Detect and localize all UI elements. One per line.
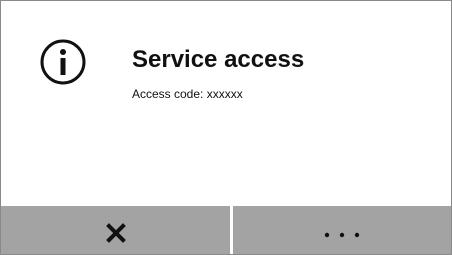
service-access-dialog: Service access Access code: xxxxxx <box>0 0 452 255</box>
dialog-content: Service access Access code: xxxxxx <box>1 1 451 206</box>
close-button[interactable] <box>1 206 230 254</box>
dialog-title: Service access <box>132 46 305 73</box>
more-button[interactable] <box>233 206 451 254</box>
more-icon <box>324 232 360 238</box>
close-icon <box>105 223 126 243</box>
access-code-text: Access code: xxxxxx <box>132 87 243 101</box>
info-icon <box>40 39 86 85</box>
button-bar <box>1 206 451 254</box>
